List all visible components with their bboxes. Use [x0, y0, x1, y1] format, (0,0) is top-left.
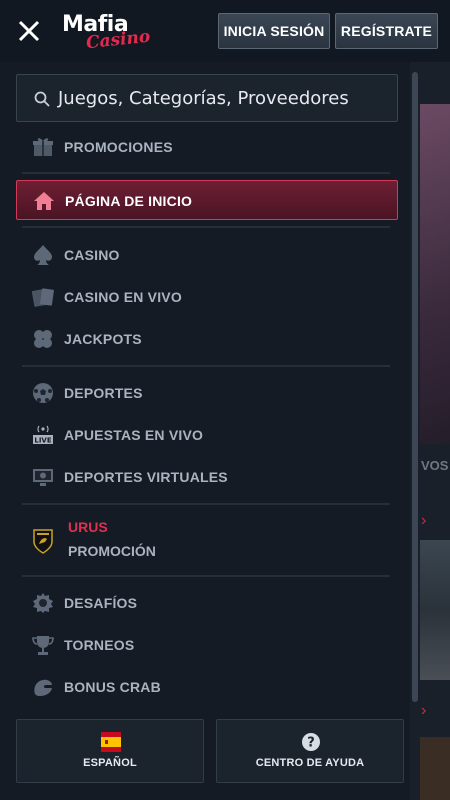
clover-icon	[34, 330, 52, 348]
help-icon: ?	[302, 733, 320, 751]
chevron-right-icon: ›	[421, 512, 427, 529]
game-thumbnail-peek	[420, 737, 450, 800]
menu-item-sports[interactable]: DEPORTES	[16, 373, 398, 413]
game-thumbnail-peek	[420, 540, 450, 680]
svg-text:?: ?	[307, 736, 315, 751]
gift-icon	[33, 138, 53, 156]
menu-item-bonus-crab[interactable]: BONUS CRAB	[16, 667, 398, 707]
svg-text:LIVE: LIVE	[34, 437, 51, 445]
home-icon	[34, 192, 54, 210]
spade-icon	[34, 245, 52, 265]
live-icon: LIVE	[33, 425, 53, 445]
trophy-icon	[32, 636, 54, 655]
monitor-icon	[33, 469, 53, 486]
search-placeholder: Juegos, Categorías, Proveedores	[58, 88, 349, 109]
search-input[interactable]: Juegos, Categorías, Proveedores	[16, 74, 398, 122]
scrollbar[interactable]	[412, 72, 418, 702]
menu-item-tournaments[interactable]: TORNEOS	[16, 625, 398, 665]
register-button[interactable]: REGÍSTRATE	[335, 13, 438, 49]
menu-item-live-bets[interactable]: LIVE APUESTAS EN VIVO	[16, 415, 398, 455]
crab-claw-icon	[34, 679, 52, 696]
hero-banner-peek	[420, 104, 450, 444]
top-header: Mafia Casino INICIA SESIÓN REGÍSTRATE	[0, 0, 450, 62]
close-icon[interactable]	[16, 18, 42, 44]
logo[interactable]: Mafia Casino	[60, 12, 151, 53]
cards-icon	[32, 288, 54, 307]
divider	[22, 575, 390, 577]
menu-item-challenges[interactable]: DESAFÍOS	[16, 583, 398, 623]
soccer-ball-icon	[33, 383, 53, 403]
menu-item-home[interactable]: PÁGINA DE INICIO	[16, 180, 398, 220]
badge-gear-icon	[33, 593, 53, 613]
menu-item-promotions[interactable]: PROMOCIONES	[16, 127, 398, 167]
menu-item-casino[interactable]: CASINO	[16, 235, 398, 275]
spain-flag-icon	[101, 732, 121, 752]
divider	[22, 503, 390, 505]
divider	[22, 226, 390, 228]
background-tab-fragment: VOS	[421, 458, 449, 473]
divider	[22, 172, 390, 174]
chevron-right-icon: ›	[421, 702, 427, 719]
menu-item-jackpots[interactable]: JACKPOTS	[16, 319, 398, 359]
login-button[interactable]: INICIA SESIÓN	[218, 13, 330, 49]
search-icon	[34, 91, 50, 107]
lamborghini-badge-icon	[33, 529, 53, 554]
menu-item-live-casino[interactable]: CASINO EN VIVO	[16, 277, 398, 317]
language-button[interactable]: ESPAÑOL	[16, 719, 204, 783]
help-center-button[interactable]: ? CENTRO DE AYUDA	[216, 719, 404, 783]
divider	[22, 365, 390, 367]
menu-item-virtual-sports[interactable]: DEPORTES VIRTUALES	[16, 457, 398, 497]
